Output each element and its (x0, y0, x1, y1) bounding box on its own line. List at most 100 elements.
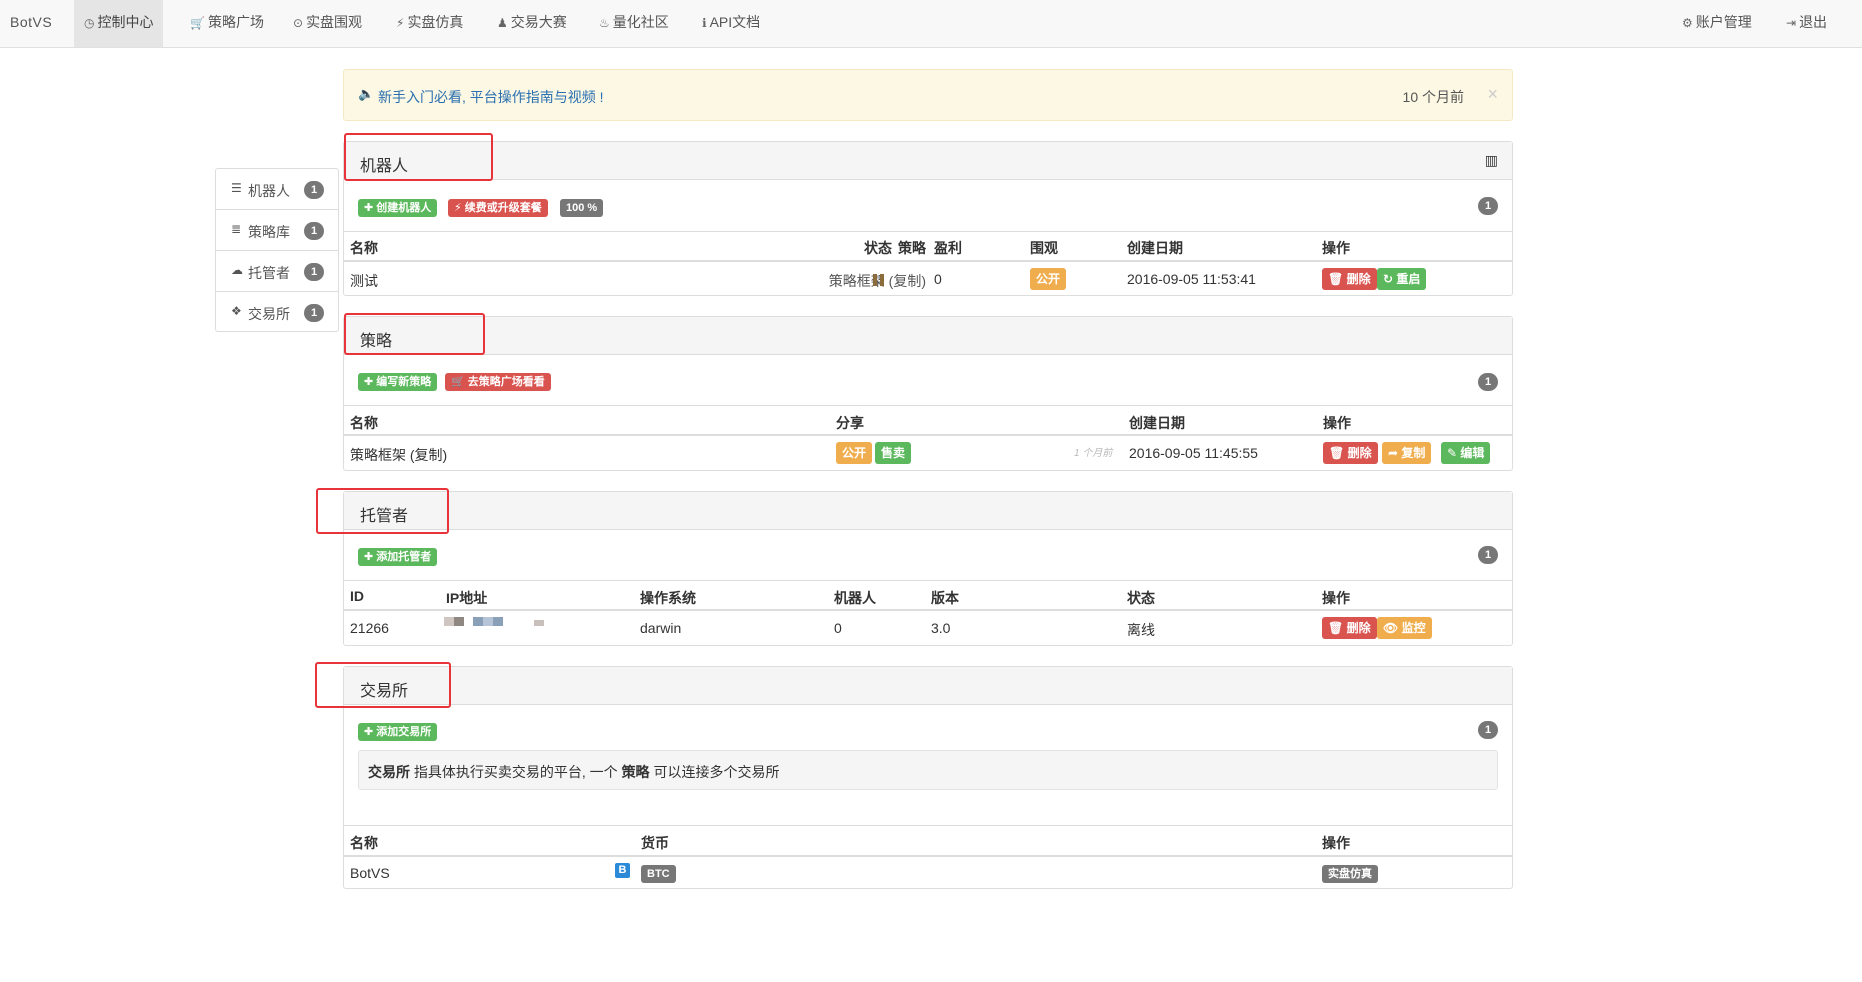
highlight-box (315, 662, 451, 708)
notice-alert: 🔈 新手入门必看, 平台操作指南与视频 ! 10 个月前 × (343, 69, 1513, 121)
info-text: 可以连接多个交易所 (649, 764, 780, 780)
sidebar-nav: ☰ 机器人 1 ≣ 策略库 1 ☁ 托管者 1 ❖ 交易所 1 (215, 168, 339, 332)
nav-label: 实盘仿真 (407, 14, 464, 30)
host-os: darwin (640, 620, 682, 636)
delete-button[interactable]: 🗑 删除 (1322, 617, 1377, 639)
nav-community[interactable]: ♨ 量化社区 (589, 0, 679, 47)
notice-time: 10 个月前 (1402, 89, 1464, 105)
col-currency: 货币 (641, 835, 669, 851)
renew-plan-button[interactable]: ⚡ 续费或升级套餐 (448, 199, 548, 217)
go-strategy-market-button[interactable]: 🛒 去策略广场看看 (445, 373, 551, 391)
col-share: 分享 (836, 415, 864, 431)
col-os: 操作系统 (640, 590, 696, 606)
sidebar-item-strategies[interactable]: ≣ 策略库 1 (216, 210, 338, 251)
server-icon: ☰ (231, 181, 242, 195)
nav-label: 策略广场 (207, 14, 264, 30)
col-name: 名称 (350, 240, 378, 256)
sidebar-item-label: 托管者 (248, 265, 290, 281)
pause-icon[interactable] (873, 274, 885, 286)
delete-button[interactable]: 🗑 删除 (1323, 442, 1378, 464)
notice-link[interactable]: 新手入门必看, 平台操作指南与视频 ! (378, 87, 604, 107)
write-strategy-button[interactable]: ✚ 编写新策略 (358, 373, 438, 391)
nav-label: 退出 (1799, 14, 1828, 30)
divider (344, 855, 1512, 857)
col-status: 状态 (864, 240, 892, 256)
exchange-info-well: 交易所 指具体执行买卖交易的平台, 一个 策略 可以连接多个交易所 (358, 750, 1498, 790)
count-badge: 1 (304, 181, 324, 199)
host-status: 离线 (1127, 622, 1155, 638)
robot-name-link[interactable]: 测试 (350, 271, 378, 291)
bar-chart-icon[interactable]: ▥ (1485, 152, 1498, 169)
nav-strategy-market[interactable]: 🛒 策略广场 (180, 0, 274, 47)
divider (344, 405, 1512, 406)
sidebar-item-label: 策略库 (248, 224, 290, 240)
highlight-box (344, 313, 485, 355)
add-exchange-button[interactable]: ✚ 添加交易所 (358, 723, 438, 741)
cubes-icon: ❖ (231, 304, 242, 318)
sidebar-item-hosts[interactable]: ☁ 托管者 1 (216, 251, 338, 292)
col-actions: 操作 (1322, 590, 1350, 606)
col-name: 名称 (350, 835, 378, 851)
nav-label: 账户管理 (1695, 14, 1752, 30)
sidebar-item-label: 交易所 (248, 306, 290, 322)
info-text: 指具体执行买卖交易的平台, 一个 (410, 764, 622, 780)
robots-panel: 机器人 ▥ ✚ 创建机器人 ⚡ 续费或升级套餐 100 % 1 名称 策略 状态… (343, 141, 1513, 296)
public-label[interactable]: 公开 (836, 442, 873, 464)
close-icon[interactable]: × (1487, 84, 1498, 105)
nav-label: 交易大赛 (510, 14, 567, 30)
play-circle-icon: ⊙ (293, 16, 304, 30)
nav-label: 量化社区 (612, 14, 669, 30)
strategy-name-link[interactable]: 策略框架 (复制) (350, 445, 447, 465)
bitcoin-icon: B (615, 863, 630, 878)
highlight-box (344, 133, 493, 181)
nav-trading-contest[interactable]: ♟ 交易大赛 (487, 0, 577, 47)
logout-icon: ⇥ (1786, 16, 1797, 30)
strategies-panel: 策略 ✚ 编写新策略 🛒 去策略广场看看 1 名称 分享 创建日期 操作 策略框… (343, 316, 1513, 471)
monitor-button[interactable]: 👁 监控 (1377, 617, 1432, 639)
strategy-created: 2016-09-05 11:45:55 (1129, 445, 1258, 461)
col-actions: 操作 (1322, 835, 1350, 851)
nav-live-watch[interactable]: ⊙ 实盘围观 (283, 0, 372, 47)
divider (344, 434, 1512, 436)
restart-button[interactable]: ↻ 重启 (1377, 268, 1427, 290)
sell-label[interactable]: 售卖 (875, 442, 912, 464)
public-label[interactable]: 公开 (1030, 268, 1067, 290)
divider (344, 825, 1512, 826)
copy-button[interactable]: ➦ 复制 (1382, 442, 1432, 464)
count-badge: 1 (1478, 373, 1498, 391)
brand-logo[interactable]: BotVS (10, 14, 52, 30)
col-version: 版本 (931, 590, 959, 606)
nav-api-docs[interactable]: ℹ API文档 (692, 0, 770, 47)
delete-button[interactable]: 🗑 删除 (1322, 268, 1377, 290)
highlight-box (316, 488, 449, 534)
edit-button[interactable]: ✎ 编辑 (1441, 442, 1491, 464)
nav-control-center[interactable]: ◷ 控制中心 (74, 0, 164, 47)
nav-account[interactable]: ⚙ 账户管理 (1672, 0, 1762, 47)
count-badge: 1 (1478, 721, 1498, 739)
time-ago: 1 个月前 (1074, 448, 1113, 459)
nav-logout[interactable]: ⇥ 退出 (1776, 0, 1837, 47)
create-robot-button[interactable]: ✚ 创建机器人 (358, 199, 438, 217)
info-term: 策略 (621, 764, 650, 780)
user-icon: ♟ (497, 16, 508, 30)
panel-heading: 交易所 (344, 667, 1512, 705)
gear-icon: ⚙ (1682, 16, 1693, 30)
add-host-button[interactable]: ✚ 添加托管者 (358, 548, 438, 566)
sidebar-item-exchanges[interactable]: ❖ 交易所 1 (216, 292, 338, 333)
count-badge: 1 (1478, 197, 1498, 215)
col-id: ID (350, 588, 364, 604)
fire-icon: ♨ (599, 16, 610, 30)
col-created: 创建日期 (1129, 415, 1185, 431)
sidebar-item-robots[interactable]: ☰ 机器人 1 (216, 169, 338, 210)
count-badge: 1 (304, 304, 324, 322)
col-actions: 操作 (1322, 240, 1350, 256)
info-term: 交易所 (368, 764, 410, 780)
col-actions: 操作 (1323, 415, 1351, 431)
bolt-icon: ⚡ (396, 16, 405, 30)
host-robots: 0 (834, 620, 842, 636)
exchanges-panel: 交易所 ✚ 添加交易所 1 交易所 指具体执行买卖交易的平台, 一个 策略 可以… (343, 666, 1513, 889)
count-badge: 1 (1478, 546, 1498, 564)
nav-simulation[interactable]: ⚡ 实盘仿真 (386, 0, 473, 47)
count-badge: 1 (304, 222, 324, 240)
cart-icon: 🛒 (190, 16, 205, 30)
